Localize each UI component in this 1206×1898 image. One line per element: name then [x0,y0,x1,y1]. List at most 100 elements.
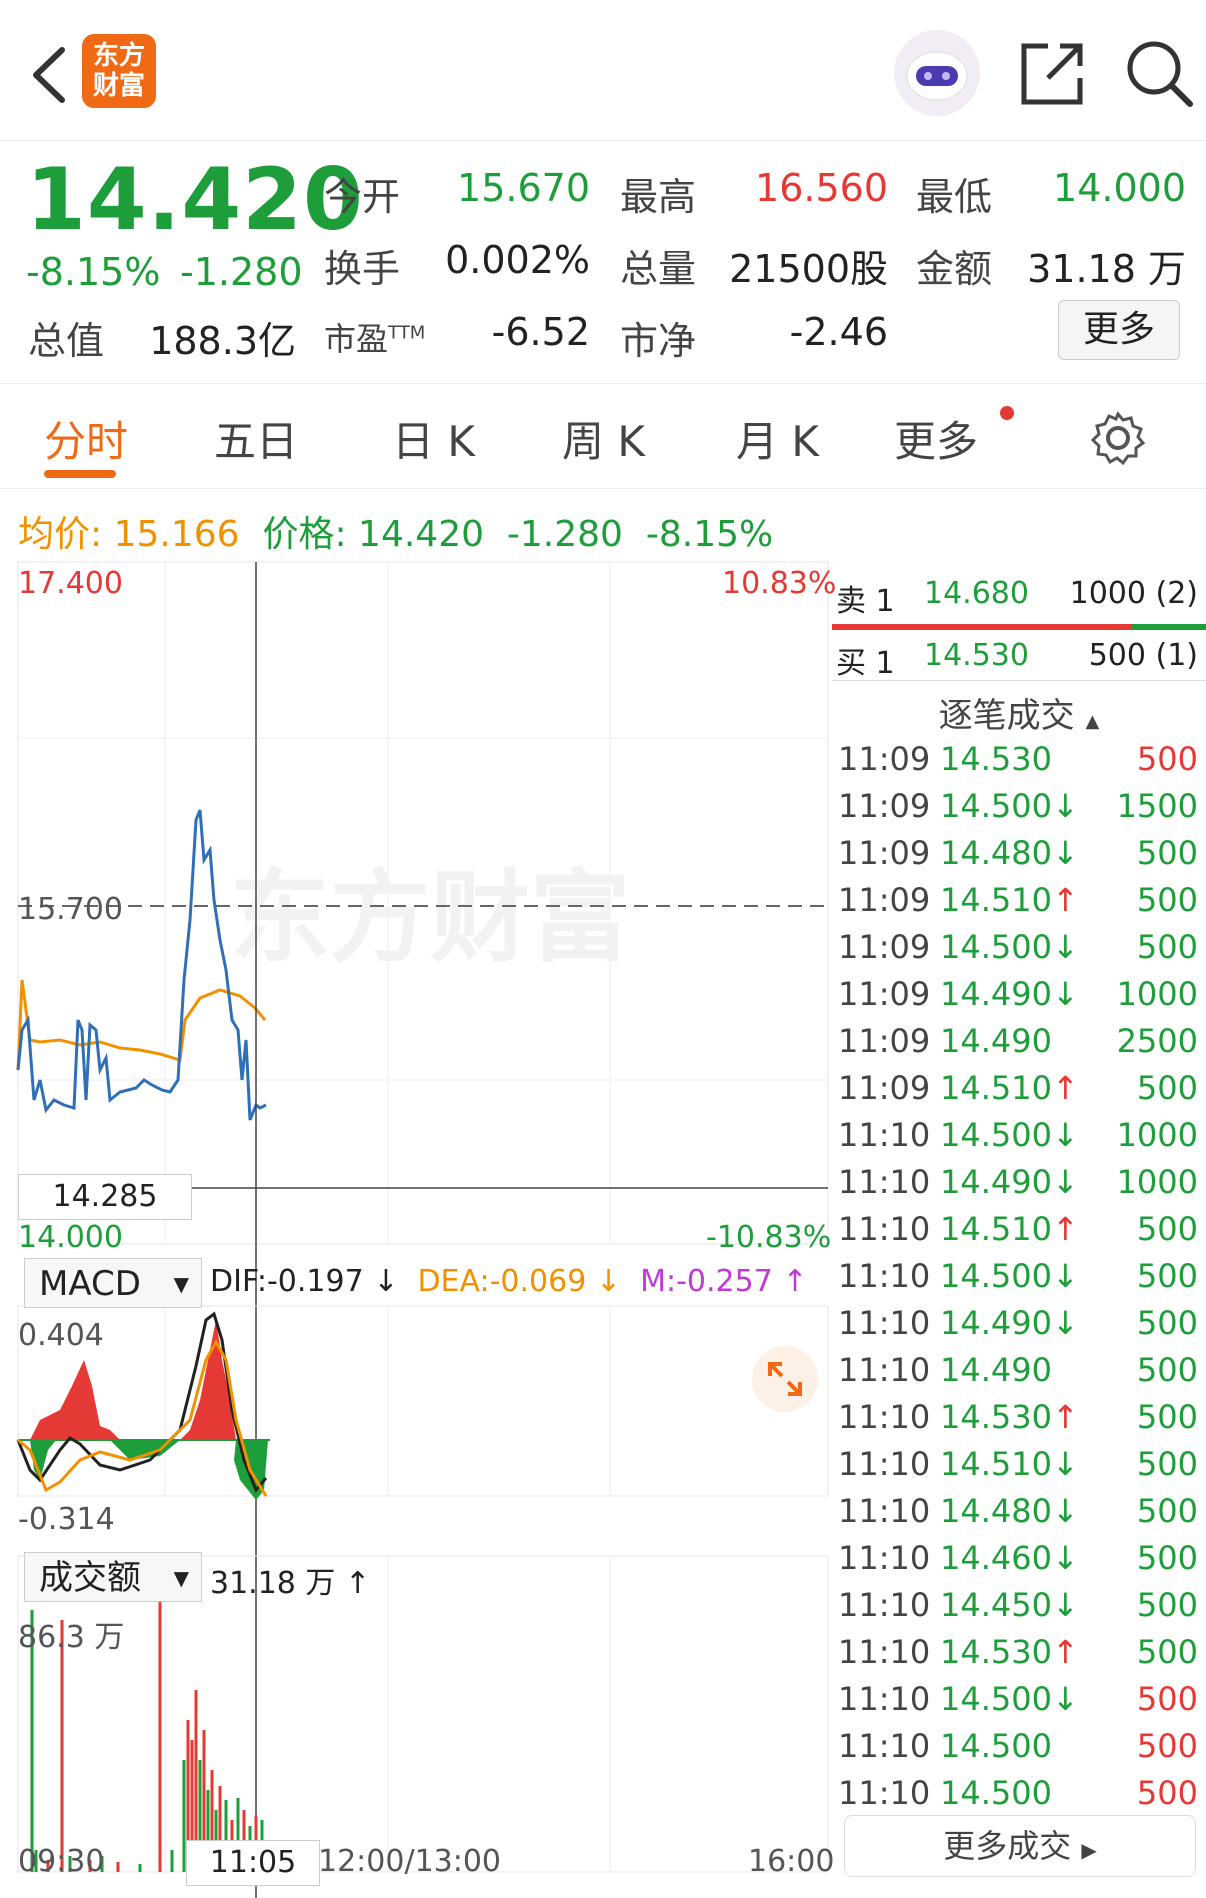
robot-assistant-icon[interactable] [894,30,980,116]
volume-selector[interactable]: 成交额 ▼ [24,1552,202,1602]
sort-arrow-icon: ▲ [1085,711,1100,732]
price-line [16,809,267,1121]
tick-qty: 500 [1136,1539,1198,1577]
volume-value: 21500股 [729,247,888,291]
search-icon[interactable] [1122,36,1196,110]
tick-time: 11:09 [838,740,931,778]
tick-row: 11:09 14.500 ↓ 1500 [836,787,1202,831]
change-percent: -8.15% [26,250,161,294]
tick-time: 11:10 [838,1492,931,1530]
tick-qty: 500 [1136,1586,1198,1624]
tick-qty: 2500 [1116,1022,1198,1060]
tab-five-day[interactable]: 五日 [214,408,298,469]
app-logo: 东方 财富 [82,34,156,108]
up-arrow-icon: ↑ [1052,1210,1079,1248]
price-info-row: 均价: 15.166 价格: 14.420 -1.280 -8.15% [18,505,773,557]
open-value: 15.670 [457,166,590,210]
share-icon[interactable] [1018,38,1088,108]
tick-row: 11:10 14.450 ↓ 500 [836,1586,1202,1630]
x-label-midday: 12:00/13:00 [318,1844,502,1879]
amount-label: 金额 [916,247,993,291]
macd-selector[interactable]: MACD ▼ [24,1258,202,1308]
high-label: 最高 [620,175,697,219]
macd-dif: DIF:-0.197 ↓ [210,1264,399,1299]
change-pct-value: -8.15% [645,514,774,555]
down-arrow-icon: ↓ [1052,1492,1079,1530]
turnover-value: 0.002% [445,238,590,282]
change-amount: -1.280 [180,250,303,294]
tick-time: 11:09 [838,834,931,872]
volume-value: 31.18 万 ↑ [210,1566,371,1601]
pe-label: 市盈TTM [324,320,426,358]
macd-dea: DEA:-0.069 ↓ [417,1264,621,1299]
up-arrow-icon: ↑ [1052,1633,1079,1671]
tab-monthly-k[interactable]: 月 K [736,408,819,469]
down-arrow-icon: ↓ [1052,1116,1079,1154]
tick-time: 11:10 [838,1304,931,1342]
tick-row: 11:09 14.480 ↓ 500 [836,834,1202,878]
tick-price: 14.500 [940,928,1052,966]
y-bottom-pct-label: -10.83% [706,1220,832,1255]
tick-row: 11:10 14.490 ↓ 1000 [836,1163,1202,1207]
tab-more[interactable]: 更多 [894,408,978,469]
tick-price: 14.490 [940,1163,1052,1201]
chart-watermark: 东方财富 [230,859,630,976]
turnover-label: 换手 [324,247,401,291]
tick-list-title[interactable]: 逐笔成交 ▲ [832,688,1206,737]
down-arrow-icon: ↓ [1052,1304,1079,1342]
tick-row: 11:09 14.490 ↓ 1000 [836,975,1202,1019]
tick-row: 11:10 14.500 500 [836,1727,1202,1771]
tick-time: 11:10 [838,1398,931,1436]
tick-qty: 500 [1136,1351,1198,1389]
pe-ttm-sup: TTM [388,322,426,344]
tick-time: 11:10 [838,1680,931,1718]
tick-price: 14.510 [940,1445,1052,1483]
tick-price: 14.480 [940,834,1052,872]
tick-price: 14.490 [940,1304,1052,1342]
tick-time: 11:10 [838,1257,931,1295]
tab-daily-k[interactable]: 日 K [392,408,475,469]
pb-label: 市净 [620,319,697,363]
down-arrow-icon: ↓ [1052,1163,1079,1201]
tick-qty: 500 [1136,1680,1198,1718]
tick-qty: 1000 [1116,1116,1198,1154]
prev-close-label: 15.700 [18,892,123,927]
tick-time: 11:10 [838,1210,931,1248]
tick-row: 11:10 14.530 ↑ 500 [836,1633,1202,1677]
back-icon[interactable] [22,40,82,110]
avg-label: 均价: [18,514,103,555]
tick-qty: 1500 [1116,787,1198,825]
tab-weekly-k[interactable]: 周 K [562,408,645,469]
tick-price: 14.510 [940,881,1052,919]
down-arrow-icon: ↓ [1052,928,1079,966]
more-button[interactable]: 更多 [1058,300,1180,360]
tick-time: 11:10 [838,1774,931,1812]
top-bar: 东方 财富 [0,0,1206,141]
settings-gear-icon[interactable] [1090,410,1146,466]
tick-price: 14.490 [940,975,1052,1013]
cursor-price-tag: 14.285 [18,1174,192,1220]
x-label-close: 16:00 [748,1844,835,1879]
tick-qty: 500 [1136,1774,1198,1812]
tick-qty: 500 [1136,1492,1198,1530]
chart-tabs: 分时 五日 日 K 周 K 月 K 更多 [0,383,1206,489]
tick-row: 11:10 14.490 500 [836,1351,1202,1395]
tick-time: 11:09 [838,1022,931,1060]
high-value: 16.560 [755,166,888,210]
macd-y-top: 0.404 [18,1318,104,1353]
down-arrow-icon: ↓ [1052,787,1079,825]
dropdown-arrow-icon: ▼ [173,1272,189,1296]
tick-time: 11:10 [838,1116,931,1154]
macd-y-bottom: -0.314 [18,1502,115,1537]
tab-intraday[interactable]: 分时 [44,408,128,469]
down-arrow-icon: ↓ [1052,1257,1079,1295]
expand-icon[interactable] [752,1346,818,1412]
price-value: 14.420 [358,514,485,555]
tick-row: 11:10 14.500 ↓ 500 [836,1680,1202,1724]
up-arrow-icon: ↑ [1052,1069,1079,1107]
tick-qty: 500 [1136,1727,1198,1765]
active-tab-underline [44,470,116,478]
more-trades-button[interactable]: 更多成交 ▶ [844,1815,1196,1877]
y-bottom-label: 14.000 [18,1220,123,1255]
tick-qty: 500 [1136,834,1198,872]
